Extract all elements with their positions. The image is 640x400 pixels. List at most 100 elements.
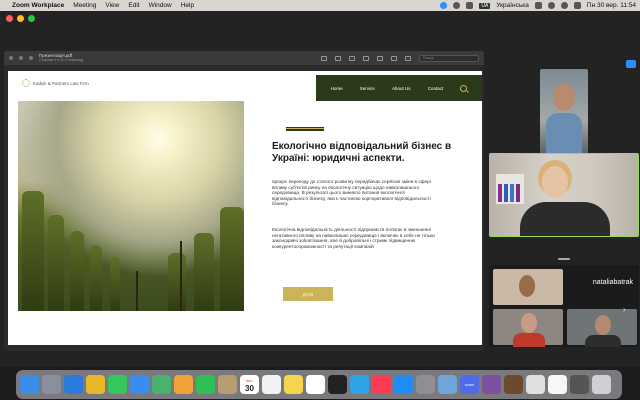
- notes-app-icon[interactable]: [284, 375, 303, 394]
- safari-app-icon[interactable]: [64, 375, 83, 394]
- zoom-in-icon[interactable]: [349, 55, 355, 61]
- battery-icon[interactable]: [466, 2, 474, 9]
- vine-row: [22, 191, 44, 311]
- slide-nav: Home Service About Us Contact: [316, 75, 482, 101]
- settings-app-icon[interactable]: [416, 375, 435, 394]
- close-icon[interactable]: [6, 14, 13, 22]
- vine-row: [90, 245, 102, 311]
- preview-minimize-icon[interactable]: [19, 56, 23, 60]
- facetime-app-icon[interactable]: [196, 375, 215, 394]
- preview-app-icon[interactable]: [438, 375, 457, 394]
- appstore-app-icon[interactable]: [394, 375, 413, 394]
- slide-paragraph-2: Екологічна відповідальність діяльності п…: [272, 227, 435, 249]
- preview-search-input[interactable]: Пошук: [419, 54, 479, 62]
- zoom-window: Презентація.pdf Сторінка 4 із 10 • Перег…: [0, 11, 640, 367]
- calendar-day: 30: [245, 383, 254, 393]
- chat-app-icon[interactable]: zoom: [460, 375, 479, 394]
- vine-row: [194, 233, 214, 311]
- view-options-icon[interactable]: [626, 60, 636, 68]
- preview-close-icon[interactable]: [9, 56, 13, 60]
- rotate-icon[interactable]: [391, 55, 397, 61]
- calc-app-icon[interactable]: [526, 375, 545, 394]
- participant-face: [542, 166, 568, 198]
- menu-edit[interactable]: Edit: [128, 2, 139, 9]
- appletv-app-icon[interactable]: [328, 375, 347, 394]
- chrome-app-icon[interactable]: [86, 375, 105, 394]
- screenshot-app-icon[interactable]: [570, 375, 589, 394]
- keyboard-lang[interactable]: Українська: [496, 2, 529, 9]
- vine-row: [48, 215, 64, 311]
- info-icon[interactable]: [321, 55, 327, 61]
- viber-app-icon[interactable]: [482, 375, 501, 394]
- dock: ВЕР. 30 zoom: [16, 370, 622, 399]
- vine-row: [168, 253, 186, 311]
- maximize-icon[interactable]: [28, 14, 35, 22]
- search-icon[interactable]: [560, 2, 568, 9]
- minimize-icon[interactable]: [17, 14, 24, 22]
- participant-tile[interactable]: [493, 269, 563, 305]
- nav-about: About Us: [392, 85, 411, 91]
- control-center-icon[interactable]: [573, 2, 581, 9]
- wifi-icon[interactable]: [547, 2, 555, 9]
- binder: [498, 184, 502, 202]
- zoom-out-icon[interactable]: [335, 55, 341, 61]
- nav-service: Service: [359, 85, 375, 91]
- vine-row: [220, 207, 244, 311]
- logo-text: Kadiyk & Partners Law Firm: [33, 80, 89, 86]
- preview-title: Презентація.pdf Сторінка 4 із 10 • Перег…: [39, 53, 83, 63]
- background-shelf: [496, 174, 524, 204]
- share-icon[interactable]: [363, 55, 369, 61]
- markup-icon[interactable]: [377, 55, 383, 61]
- vine-post: [136, 271, 138, 311]
- menu-meeting[interactable]: Meeting: [73, 2, 96, 9]
- participant-tile[interactable]: [493, 309, 563, 347]
- participant-face: [519, 275, 535, 297]
- vine-row: [70, 231, 84, 311]
- textedit-app-icon[interactable]: [548, 375, 567, 394]
- participant-tile[interactable]: [567, 309, 637, 347]
- menu-app-name[interactable]: Zoom Workplace: [12, 2, 64, 9]
- participant-tile[interactable]: [540, 69, 588, 155]
- active-speaker-tile[interactable]: [489, 153, 639, 237]
- maps-app-icon[interactable]: [152, 375, 171, 394]
- music-app-icon[interactable]: [372, 375, 391, 394]
- contacts-app-icon[interactable]: [218, 375, 237, 394]
- clock[interactable]: Пн 30 вер. 11:54: [587, 2, 636, 9]
- file-subtitle: Сторінка 4 із 10 • Перегляд: [39, 58, 84, 62]
- photo-doc-app-icon[interactable]: [504, 375, 523, 394]
- vine-post: [180, 241, 182, 311]
- participant-gallery[interactable]: nataliabatrak: [489, 265, 639, 347]
- next-button[interactable]: ДАЛІ: [283, 287, 333, 301]
- calendar-app-icon[interactable]: ВЕР. 30: [240, 375, 259, 394]
- vine-row: [110, 257, 120, 311]
- preview-zoom-icon[interactable]: [29, 56, 33, 60]
- slide-paragraph-1: процес переходу до сталого розвитку пере…: [272, 179, 431, 207]
- keyboard-lang-badge[interactable]: UA: [479, 2, 491, 9]
- reminders-app-icon[interactable]: [262, 375, 281, 394]
- headline-accent: [286, 127, 324, 131]
- freeform-app-icon[interactable]: [306, 375, 325, 394]
- chevron-right-icon[interactable]: ›: [623, 305, 626, 314]
- binder: [504, 184, 508, 202]
- participant-face: [553, 83, 575, 111]
- menu-view[interactable]: View: [105, 2, 119, 9]
- bluetooth-icon[interactable]: [534, 2, 542, 9]
- participant-face: [595, 315, 611, 335]
- menu-help[interactable]: Help: [181, 2, 194, 9]
- menu-bar: Zoom Workplace Meeting View Edit Window …: [0, 0, 640, 11]
- panel-divider[interactable]: [558, 258, 570, 260]
- record-icon[interactable]: [453, 2, 461, 9]
- telegram-app-icon[interactable]: [350, 375, 369, 394]
- messages-app-icon[interactable]: [108, 375, 127, 394]
- mail-app-icon[interactable]: [130, 375, 149, 394]
- trash-app-icon[interactable]: [592, 375, 611, 394]
- menu-window[interactable]: Window: [149, 2, 172, 9]
- highlight-icon[interactable]: [405, 55, 411, 61]
- status-area: UA Українська Пн 30 вер. 11:54: [440, 2, 636, 9]
- slide-page: Kadiyk & Partners Law Firm Home Service …: [8, 71, 482, 345]
- launchpad-app-icon[interactable]: [42, 375, 61, 394]
- zoom-status-icon[interactable]: [440, 2, 448, 9]
- finder-app-icon[interactable]: [20, 375, 39, 394]
- photos-app-icon[interactable]: [174, 375, 193, 394]
- participant-shirt: [546, 113, 582, 155]
